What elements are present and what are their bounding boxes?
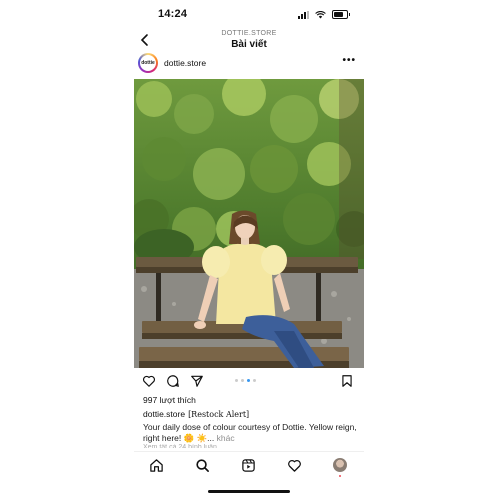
caption-header: dottie.store [Restock Alert]	[143, 409, 358, 419]
carousel-dot	[235, 379, 238, 382]
phone-screen: 14:24 DOTTIE.STORE Bài viết dottie dotti…	[134, 0, 364, 499]
carousel-indicator	[235, 379, 256, 382]
caption-username[interactable]: dottie.store	[143, 409, 185, 419]
comment-icon[interactable]	[166, 374, 180, 388]
avatar-logo: dottie	[140, 55, 156, 71]
profile-avatar[interactable]	[333, 458, 347, 472]
activity-heart-icon[interactable]	[287, 458, 302, 473]
post-username[interactable]: dottie.store	[164, 58, 206, 68]
status-bar: 14:24	[134, 8, 364, 24]
photo-illustration	[134, 79, 364, 368]
carousel-dot	[241, 379, 244, 382]
caption-body: Your daily dose of colour courtesy of Do…	[143, 422, 358, 444]
send-icon[interactable]	[190, 374, 204, 388]
likes-count[interactable]: 997 lượt thích	[143, 395, 196, 405]
wifi-icon	[315, 10, 326, 18]
search-icon[interactable]	[195, 458, 210, 473]
carousel-dot	[253, 379, 256, 382]
more-options-icon[interactable]: •••	[342, 55, 356, 66]
post-photo[interactable]	[134, 79, 364, 368]
status-icons	[298, 10, 350, 19]
post-actions	[134, 372, 364, 390]
status-time: 14:24	[158, 8, 188, 20]
caption-more-link[interactable]: khác	[217, 433, 235, 443]
home-indicator[interactable]	[208, 490, 290, 493]
caption-title: [Restock Alert]	[188, 410, 250, 419]
view-comments-link[interactable]: Xem tất cả 24 bình luận	[143, 444, 243, 448]
reels-icon[interactable]	[241, 458, 256, 473]
battery-icon	[332, 10, 350, 19]
nav-subtitle: DOTTIE.STORE	[221, 30, 277, 37]
bottom-tab-bar	[134, 451, 364, 480]
avatar[interactable]: dottie	[138, 53, 158, 73]
bookmark-icon[interactable]	[340, 374, 354, 388]
home-icon[interactable]	[149, 458, 164, 473]
post-header: dottie dottie.store •••	[134, 52, 364, 76]
heart-icon[interactable]	[142, 374, 156, 388]
notification-dot	[339, 475, 341, 477]
caption-text: Your daily dose of colour courtesy of Do…	[143, 422, 357, 443]
page-title: Bài viết	[231, 39, 267, 50]
signal-icon	[298, 10, 309, 19]
carousel-dot	[247, 379, 250, 382]
top-nav: DOTTIE.STORE Bài viết	[134, 27, 364, 53]
